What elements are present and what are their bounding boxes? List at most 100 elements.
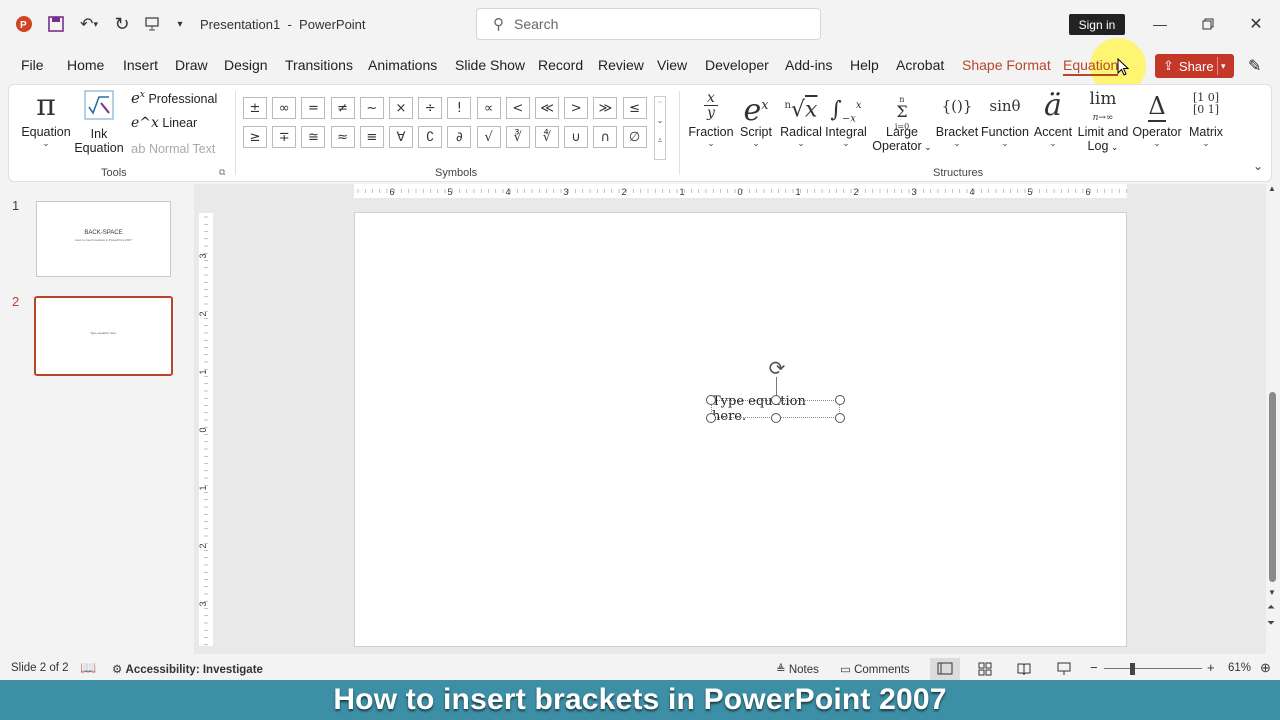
symbol-button[interactable]: ∁ xyxy=(418,126,443,148)
search-input[interactable]: ⚲ Search xyxy=(476,8,821,40)
symbol-button[interactable]: ∜ xyxy=(535,126,559,148)
normal-text-button[interactable]: ab Normal Text xyxy=(131,141,215,156)
resize-handle[interactable] xyxy=(706,395,716,405)
zoom-slider[interactable] xyxy=(1104,668,1202,669)
limit-and-log-button[interactable]: lim n→∞ Limit and Log ⌄ xyxy=(1075,87,1131,154)
operator-button[interactable]: Δ Operator ⌄ xyxy=(1131,87,1183,148)
reading-view-icon[interactable] xyxy=(1017,662,1031,679)
customize-toolbar-icon[interactable]: ▾ xyxy=(170,12,190,36)
resize-handle[interactable] xyxy=(771,395,781,405)
tab-add-ins[interactable]: Add-ins xyxy=(785,57,832,73)
matrix-button[interactable]: [1 0] [0 1] Matrix ⌄ xyxy=(1183,87,1229,148)
fraction-button[interactable]: xy Fraction ⌄ xyxy=(685,87,737,148)
tab-review[interactable]: Review xyxy=(598,57,644,73)
symbol-button[interactable]: ≅ xyxy=(301,126,326,148)
symbol-button[interactable]: > xyxy=(564,97,589,119)
symbol-button[interactable]: ≥ xyxy=(243,126,267,148)
integral-button[interactable]: ∫−xx Integral ⌄ xyxy=(823,87,869,147)
symbol-button[interactable]: × xyxy=(389,97,413,119)
spelling-icon[interactable]: 📖 xyxy=(80,660,96,676)
equation-button[interactable]: π Equation ⌄ xyxy=(17,87,75,148)
symbols-gallery-scroll[interactable]: ⌃ ⌄ ⩡ xyxy=(654,96,666,160)
fit-to-window-icon[interactable]: ⊕ xyxy=(1260,660,1271,676)
symbol-button[interactable]: ! xyxy=(447,97,472,119)
restore-icon[interactable] xyxy=(1196,12,1220,36)
share-dropdown-icon[interactable]: ▾ xyxy=(1221,61,1226,72)
symbol-button[interactable]: ≈ xyxy=(330,126,355,148)
symbol-button[interactable]: ÷ xyxy=(418,97,443,119)
zoom-slider-thumb[interactable] xyxy=(1130,663,1135,675)
tab-design[interactable]: Design xyxy=(224,57,268,73)
tab-insert[interactable]: Insert xyxy=(123,57,158,73)
scroll-down-arrow-icon[interactable]: ▼ xyxy=(1268,588,1276,597)
bracket-button[interactable]: {()} Bracket ⌄ xyxy=(935,87,979,148)
slide-sorter-view-icon[interactable] xyxy=(978,662,992,679)
minimize-icon[interactable]: — xyxy=(1148,12,1172,36)
ink-equation-button[interactable]: Ink Equation xyxy=(73,89,125,155)
collapse-ribbon-icon[interactable]: ⌄ xyxy=(1253,159,1263,173)
professional-button[interactable]: ex Professional xyxy=(131,89,217,107)
symbol-button[interactable]: ∞ xyxy=(272,97,297,119)
tab-shape-format[interactable]: Shape Format xyxy=(962,57,1051,73)
tab-record[interactable]: Record xyxy=(538,57,583,73)
symbol-button[interactable]: ∅ xyxy=(622,126,647,148)
comments-button[interactable]: ▭ Comments xyxy=(840,662,910,676)
symbol-button[interactable]: ∛ xyxy=(505,126,530,148)
symbol-button[interactable]: ≪ xyxy=(535,97,559,119)
symbol-button[interactable]: < xyxy=(505,97,530,119)
symbol-button[interactable]: ∪ xyxy=(564,126,589,148)
symbol-button[interactable]: ≤ xyxy=(622,97,647,119)
tab-transitions[interactable]: Transitions xyxy=(285,57,353,73)
symbol-button[interactable]: √ xyxy=(476,126,501,148)
tab-help[interactable]: Help xyxy=(850,57,879,73)
resize-handle[interactable] xyxy=(835,395,845,405)
symbol-button[interactable]: = xyxy=(301,97,326,119)
symbol-button[interactable]: ≡ xyxy=(359,126,384,148)
script-button[interactable]: ex Script ⌄ xyxy=(735,87,777,148)
symbol-button[interactable]: ∝ xyxy=(476,97,501,119)
notes-button[interactable]: ≜ Notes xyxy=(776,662,819,676)
tab-equation[interactable]: Equation xyxy=(1063,57,1119,76)
tab-file[interactable]: File xyxy=(21,57,44,73)
normal-view-button[interactable] xyxy=(930,658,960,680)
scroll-up-icon[interactable]: ⌃ xyxy=(655,97,665,113)
slide-canvas[interactable] xyxy=(354,212,1127,647)
resize-handle[interactable] xyxy=(706,413,716,423)
tab-slide-show[interactable]: Slide Show xyxy=(455,57,525,73)
tab-developer[interactable]: Developer xyxy=(705,57,769,73)
redo-icon[interactable]: ↻ xyxy=(110,12,134,36)
function-button[interactable]: sinθ Function ⌄ xyxy=(979,87,1031,148)
tab-draw[interactable]: Draw xyxy=(175,57,208,73)
rotate-handle-icon[interactable]: ⟳ xyxy=(764,355,790,381)
share-button[interactable]: ⇪ Share ▾ xyxy=(1155,54,1234,78)
scroll-up-arrow-icon[interactable]: ▲ xyxy=(1268,184,1276,193)
scrollbar-thumb[interactable] xyxy=(1269,392,1276,582)
symbol-button[interactable]: ~ xyxy=(359,97,384,119)
resize-handle[interactable] xyxy=(771,413,781,423)
zoom-in-button[interactable]: + xyxy=(1207,660,1215,675)
linear-button[interactable]: e^x Linear xyxy=(131,115,197,131)
symbol-button[interactable]: ± xyxy=(243,97,267,119)
accessibility-button[interactable]: ⚙ Accessibility: Investigate xyxy=(112,662,263,676)
symbol-button[interactable]: ≫ xyxy=(593,97,618,119)
slide-thumbnail-1[interactable]: BACK-SPACE How to insert brackets in Pow… xyxy=(36,201,171,277)
resize-handle[interactable] xyxy=(835,413,845,423)
radical-button[interactable]: n√x Radical ⌄ xyxy=(777,87,825,147)
next-slide-icon[interactable]: ⏷ xyxy=(1267,618,1275,629)
tab-home[interactable]: Home xyxy=(67,57,104,73)
tab-view[interactable]: View xyxy=(657,57,687,73)
close-icon[interactable]: ✕ xyxy=(1244,12,1268,36)
symbol-button[interactable]: ∂ xyxy=(447,126,472,148)
sign-in-button[interactable]: Sign in xyxy=(1069,14,1125,35)
large-operator-button[interactable]: n Σi=0 Large Operator ⌄ xyxy=(869,87,935,153)
tab-animations[interactable]: Animations xyxy=(368,57,437,73)
previous-slide-icon[interactable]: ⏶ xyxy=(1267,602,1275,613)
comments-icon[interactable]: ✎ xyxy=(1248,56,1261,76)
tab-acrobat[interactable]: Acrobat xyxy=(896,57,944,73)
undo-icon[interactable]: ↶ ▾ xyxy=(74,12,104,36)
tools-dialog-launcher-icon[interactable]: ⧉ xyxy=(219,167,225,178)
symbol-button[interactable]: ≠ xyxy=(330,97,355,119)
slide-thumbnail-2[interactable]: Type equation here. xyxy=(34,296,173,376)
symbol-button[interactable]: ∀ xyxy=(389,126,413,148)
vertical-scrollbar[interactable]: ▲ ▼ ⏶ ⏷ xyxy=(1266,184,1280,656)
